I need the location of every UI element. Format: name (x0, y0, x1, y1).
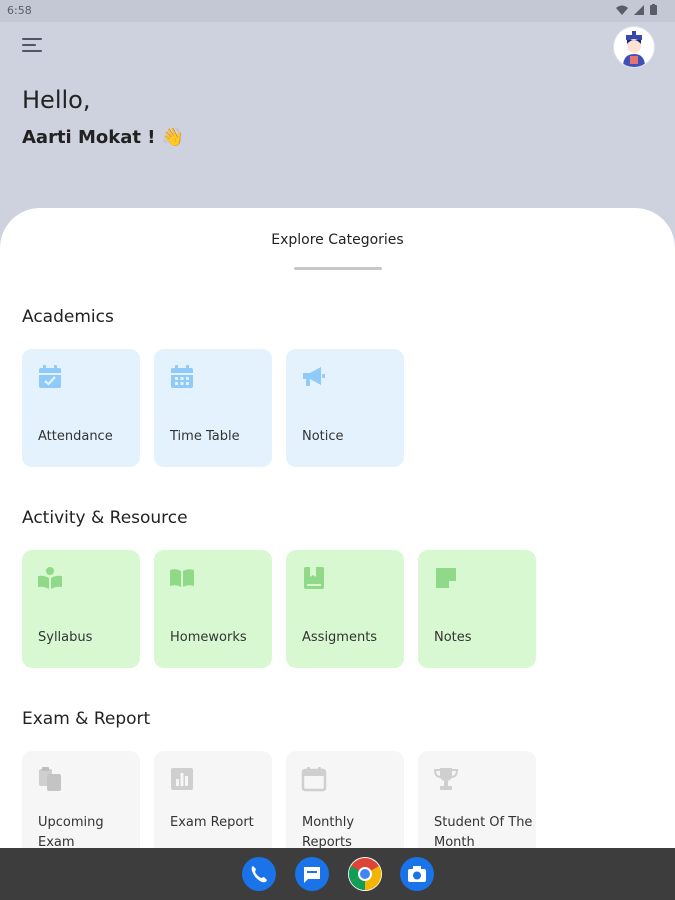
category-card-syllabus[interactable]: Syllabus (22, 550, 140, 668)
category-card-notes[interactable]: Notes (418, 550, 536, 668)
greeting-hello: Hello, (22, 86, 91, 114)
sheet-handle[interactable] (294, 267, 382, 270)
category-card-time-table[interactable]: Time Table (154, 349, 272, 467)
trophy-icon (433, 768, 459, 790)
navigation-bar (0, 848, 675, 900)
category-label: Upcoming Exam (38, 815, 104, 850)
section-title-activity-resource: Activity & Resource (22, 508, 188, 528)
book-bookmark-icon (304, 567, 324, 589)
categories-sheet: Explore Categories Academics Attendance … (0, 208, 675, 869)
phone-icon[interactable] (242, 857, 276, 891)
category-label: Student Of The Month (434, 815, 533, 850)
status-bar: 6:58 (0, 0, 675, 22)
sheet-title: Explore Categories (271, 232, 404, 248)
menu-icon[interactable] (22, 38, 42, 54)
category-label: Attendance (38, 429, 113, 444)
section-title-academics: Academics (22, 307, 114, 327)
reader-icon (38, 567, 62, 589)
camera-icon[interactable] (400, 857, 434, 891)
calendar-grid-icon (171, 365, 193, 388)
wifi-icon (616, 5, 628, 15)
category-card-assigments[interactable]: Assigments (286, 550, 404, 668)
bar-chart-icon (171, 768, 193, 790)
status-time: 6:58 (7, 4, 32, 17)
signal-icon (634, 4, 644, 15)
category-label: Homeworks (170, 630, 247, 645)
category-card-attendance[interactable]: Attendance (22, 349, 140, 467)
category-label: Time Table (170, 429, 240, 444)
category-label: Notes (434, 630, 472, 645)
category-card-notice[interactable]: Notice (286, 349, 404, 467)
open-book-icon (170, 569, 194, 587)
avatar[interactable] (614, 27, 654, 67)
calendar-icon (301, 767, 327, 792)
user-name: Aarti Mokat ! 👋 (22, 127, 185, 148)
category-card-homeworks[interactable]: Homeworks (154, 550, 272, 668)
student-avatar-icon (614, 27, 654, 67)
section-title-exam-report: Exam & Report (22, 709, 151, 729)
status-icons (616, 4, 657, 15)
clipboard-copy-icon (39, 767, 61, 791)
megaphone-icon (303, 367, 325, 386)
category-label: Syllabus (38, 630, 93, 645)
category-label: Monthly Reports (302, 815, 355, 850)
battery-icon (650, 4, 657, 15)
category-label: Assigments (302, 630, 378, 645)
category-label: Exam Report (170, 815, 254, 830)
sticky-note-icon (436, 568, 456, 588)
category-label: Notice (302, 429, 344, 444)
chrome-icon[interactable] (348, 857, 382, 891)
calendar-check-icon (39, 365, 61, 388)
messages-icon[interactable] (295, 857, 329, 891)
